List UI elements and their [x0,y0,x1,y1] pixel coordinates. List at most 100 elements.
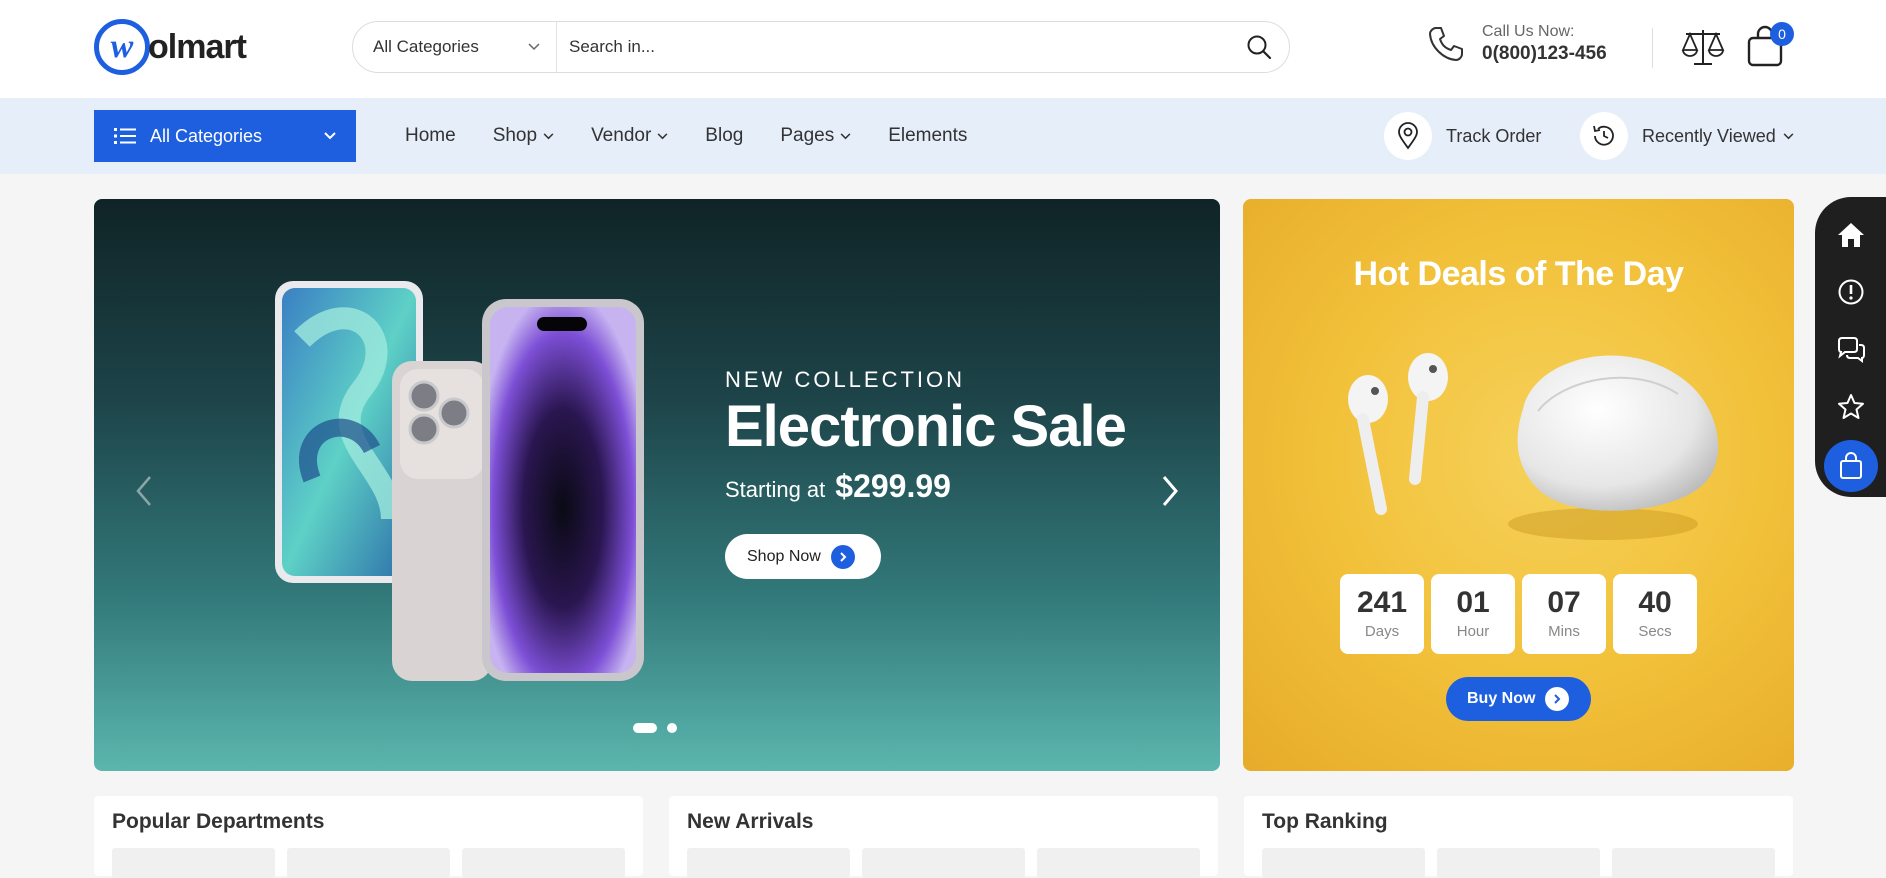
product-thumb[interactable] [1037,848,1200,878]
search-icon [1247,35,1272,60]
countdown-unit: Hour [1456,623,1490,640]
main-menu: Home Shop Vendor Blog Pages Elements [405,98,1004,174]
buy-now-button[interactable]: Buy Now [1446,677,1591,721]
menu-item-pages[interactable]: Pages [780,125,851,147]
arrow-circle-icon [830,544,855,569]
chevron-right-icon[interactable] [1154,471,1184,511]
search-category-label: All Categories [373,37,479,56]
product-thumb[interactable] [287,848,450,878]
deals-title: Hot Deals of The Day [1353,255,1684,293]
hero-starting-label: Starting at [725,477,826,502]
logo[interactable]: w olmart [94,19,247,75]
menu-label: Blog [705,125,744,146]
search-button[interactable] [1229,22,1289,72]
chevron-down-icon [543,132,554,139]
side-home-button[interactable] [1824,209,1878,261]
menu-label: Home [405,125,456,146]
deals-countdown: 241 Days 01 Hour 07 Mins 40 Secs [1340,574,1704,654]
countdown-unit: Secs [1638,623,1672,640]
menu-item-shop[interactable]: Shop [493,125,554,147]
star-icon [1837,393,1864,419]
call-us[interactable]: Call Us Now: 0(800)123-456 [1424,22,1607,66]
section-title: Popular Departments [112,810,325,833]
hero-slider: NEW COLLECTION Electronic Sale Starting … [94,199,1220,771]
all-categories-label: All Categories [150,125,263,146]
search-bar: All Categories [352,21,1290,73]
product-thumb[interactable] [1262,848,1425,878]
logo-mark: w [94,19,150,75]
product-thumb[interactable] [687,848,850,878]
search-input[interactable] [557,22,1229,72]
alert-circle-icon [1838,279,1863,305]
history-icon-circle [1580,112,1628,160]
home-icon [1837,223,1864,248]
menu-item-vendor[interactable]: Vendor [591,125,668,147]
product-thumb[interactable] [1612,848,1775,878]
recently-viewed-dropdown[interactable]: Recently Viewed [1580,112,1794,160]
top-ranking-card: Top Ranking [1244,796,1793,878]
hero-title: Electronic Sale [725,394,1127,459]
chevron-down-icon [528,43,540,51]
menu-label: Vendor [591,125,652,146]
hero-text: NEW COLLECTION Electronic Sale Starting … [725,367,1127,505]
smartphone-image [275,281,644,681]
compare-icon[interactable] [1680,26,1726,68]
hot-deals-banner[interactable]: Hot Deals of The Day 241 Days 01 Hour 07 [1243,199,1794,771]
menu-item-home[interactable]: Home [405,125,456,147]
new-arrivals-card: New Arrivals [669,796,1218,878]
chevron-left-icon[interactable] [130,471,160,511]
menu-item-elements[interactable]: Elements [888,125,967,147]
hero-kicker: NEW COLLECTION [725,367,966,392]
track-order-label: Track Order [1446,125,1542,146]
countdown-value: 241 [1356,586,1408,619]
countdown-value: 07 [1547,586,1581,619]
arrow-circle-icon [1545,687,1570,711]
slider-dot-active[interactable] [633,723,657,733]
countdown-unit: Mins [1548,623,1580,640]
side-chat-button[interactable] [1824,323,1878,375]
logo-text: olmart [148,27,247,66]
location-icon-circle [1384,112,1432,160]
countdown-value: 01 [1456,586,1490,619]
main-navbar: All Categories Home Shop Vendor Blog Pag… [0,98,1886,174]
chevron-down-icon [657,132,668,139]
call-label: Call Us Now: [1482,23,1575,40]
shopping-bag-icon [1839,451,1862,479]
product-thumb[interactable] [112,848,275,878]
countdown-value: 40 [1638,586,1672,619]
side-wishlist-button[interactable] [1824,381,1878,433]
menu-item-blog[interactable]: Blog [705,125,743,147]
header-divider [1652,28,1653,68]
menu-label: Elements [888,125,968,146]
section-title: Top Ranking [1262,810,1388,833]
track-order-link[interactable]: Track Order [1384,112,1541,160]
product-thumb[interactable] [862,848,1025,878]
countdown-minutes: 07 Mins [1522,574,1606,654]
slider-dots [633,723,687,733]
side-info-button[interactable] [1824,266,1878,318]
hero-price: $299.99 [835,468,951,504]
menu-label: Shop [492,125,538,146]
history-icon [1593,125,1614,146]
list-icon [114,128,136,144]
product-thumb[interactable] [462,848,625,878]
airpods-image [1348,353,1719,540]
side-cart-button[interactable] [1823,439,1878,493]
chat-icon [1837,336,1865,363]
recently-viewed-label: Recently Viewed [1642,125,1776,146]
countdown-seconds: 40 Secs [1613,574,1697,654]
countdown-hours: 01 Hour [1431,574,1515,654]
chevron-down-icon [840,132,851,139]
search-category-select[interactable]: All Categories [353,22,557,72]
shop-now-button[interactable]: Shop Now [725,534,881,579]
shop-now-label: Shop Now [747,547,821,565]
product-thumb[interactable] [1437,848,1600,878]
section-title: New Arrivals [687,810,814,833]
countdown-unit: Days [1364,623,1400,640]
popular-departments-card: Popular Departments [94,796,643,878]
call-phone: 0(800)123-456 [1482,43,1607,64]
cart-count-badge: 0 [1770,22,1794,46]
sticky-side-toolbar [1815,197,1886,497]
slider-dot[interactable] [667,723,677,733]
all-categories-button[interactable]: All Categories [94,110,356,162]
